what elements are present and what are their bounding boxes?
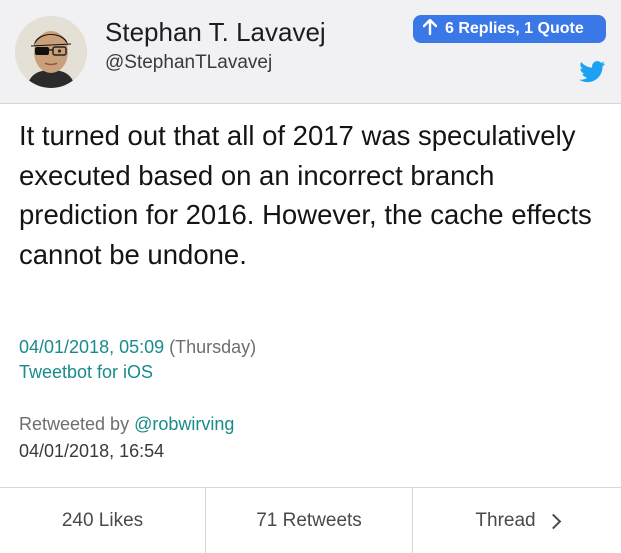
chevron-right-icon xyxy=(545,513,561,529)
retweeted-by-label: Retweeted by xyxy=(19,414,130,434)
user-avatar[interactable] xyxy=(15,16,87,88)
retweet-timestamp: 04/01/2018, 16:54 xyxy=(19,441,165,461)
replies-quote-button[interactable]: 6 Replies, 1 Quote xyxy=(413,15,606,43)
retweets-label: 71 Retweets xyxy=(256,509,362,531)
user-handle[interactable]: @StephanTLavavej xyxy=(105,52,272,74)
thread-label: Thread xyxy=(475,509,536,531)
retweets-button[interactable]: 71 Retweets xyxy=(206,488,413,553)
tweet-text: It turned out that all of 2017 was specu… xyxy=(19,120,592,270)
tweet-timestamp[interactable]: 04/01/2018, 05:09 xyxy=(19,337,164,357)
twitter-bird-icon[interactable] xyxy=(579,61,606,83)
display-name[interactable]: Stephan T. Lavavej xyxy=(105,17,326,48)
tweet-client[interactable]: Tweetbot for iOS xyxy=(19,362,153,383)
tweet-weekday: (Thursday) xyxy=(169,337,257,357)
arrow-up-icon xyxy=(422,18,438,40)
tweet-stats-bar: 240 Likes 71 Retweets Thread xyxy=(0,487,621,553)
tweet-header: Stephan T. Lavavej @StephanTLavavej 6 Re… xyxy=(0,0,621,104)
tweet-timestamp-line: 04/01/2018, 05:09 (Thursday) xyxy=(19,337,256,358)
retweeted-by-line: Retweeted by @robwirving xyxy=(19,414,234,435)
likes-label: 240 Likes xyxy=(61,509,144,531)
avatar-portrait-icon xyxy=(15,16,87,88)
likes-button[interactable]: 240 Likes xyxy=(0,488,206,553)
replies-badge-label: 6 Replies, 1 Quote xyxy=(445,20,584,37)
thread-button[interactable]: Thread xyxy=(413,488,621,553)
retweeted-by-handle[interactable]: @robwirving xyxy=(134,414,234,434)
